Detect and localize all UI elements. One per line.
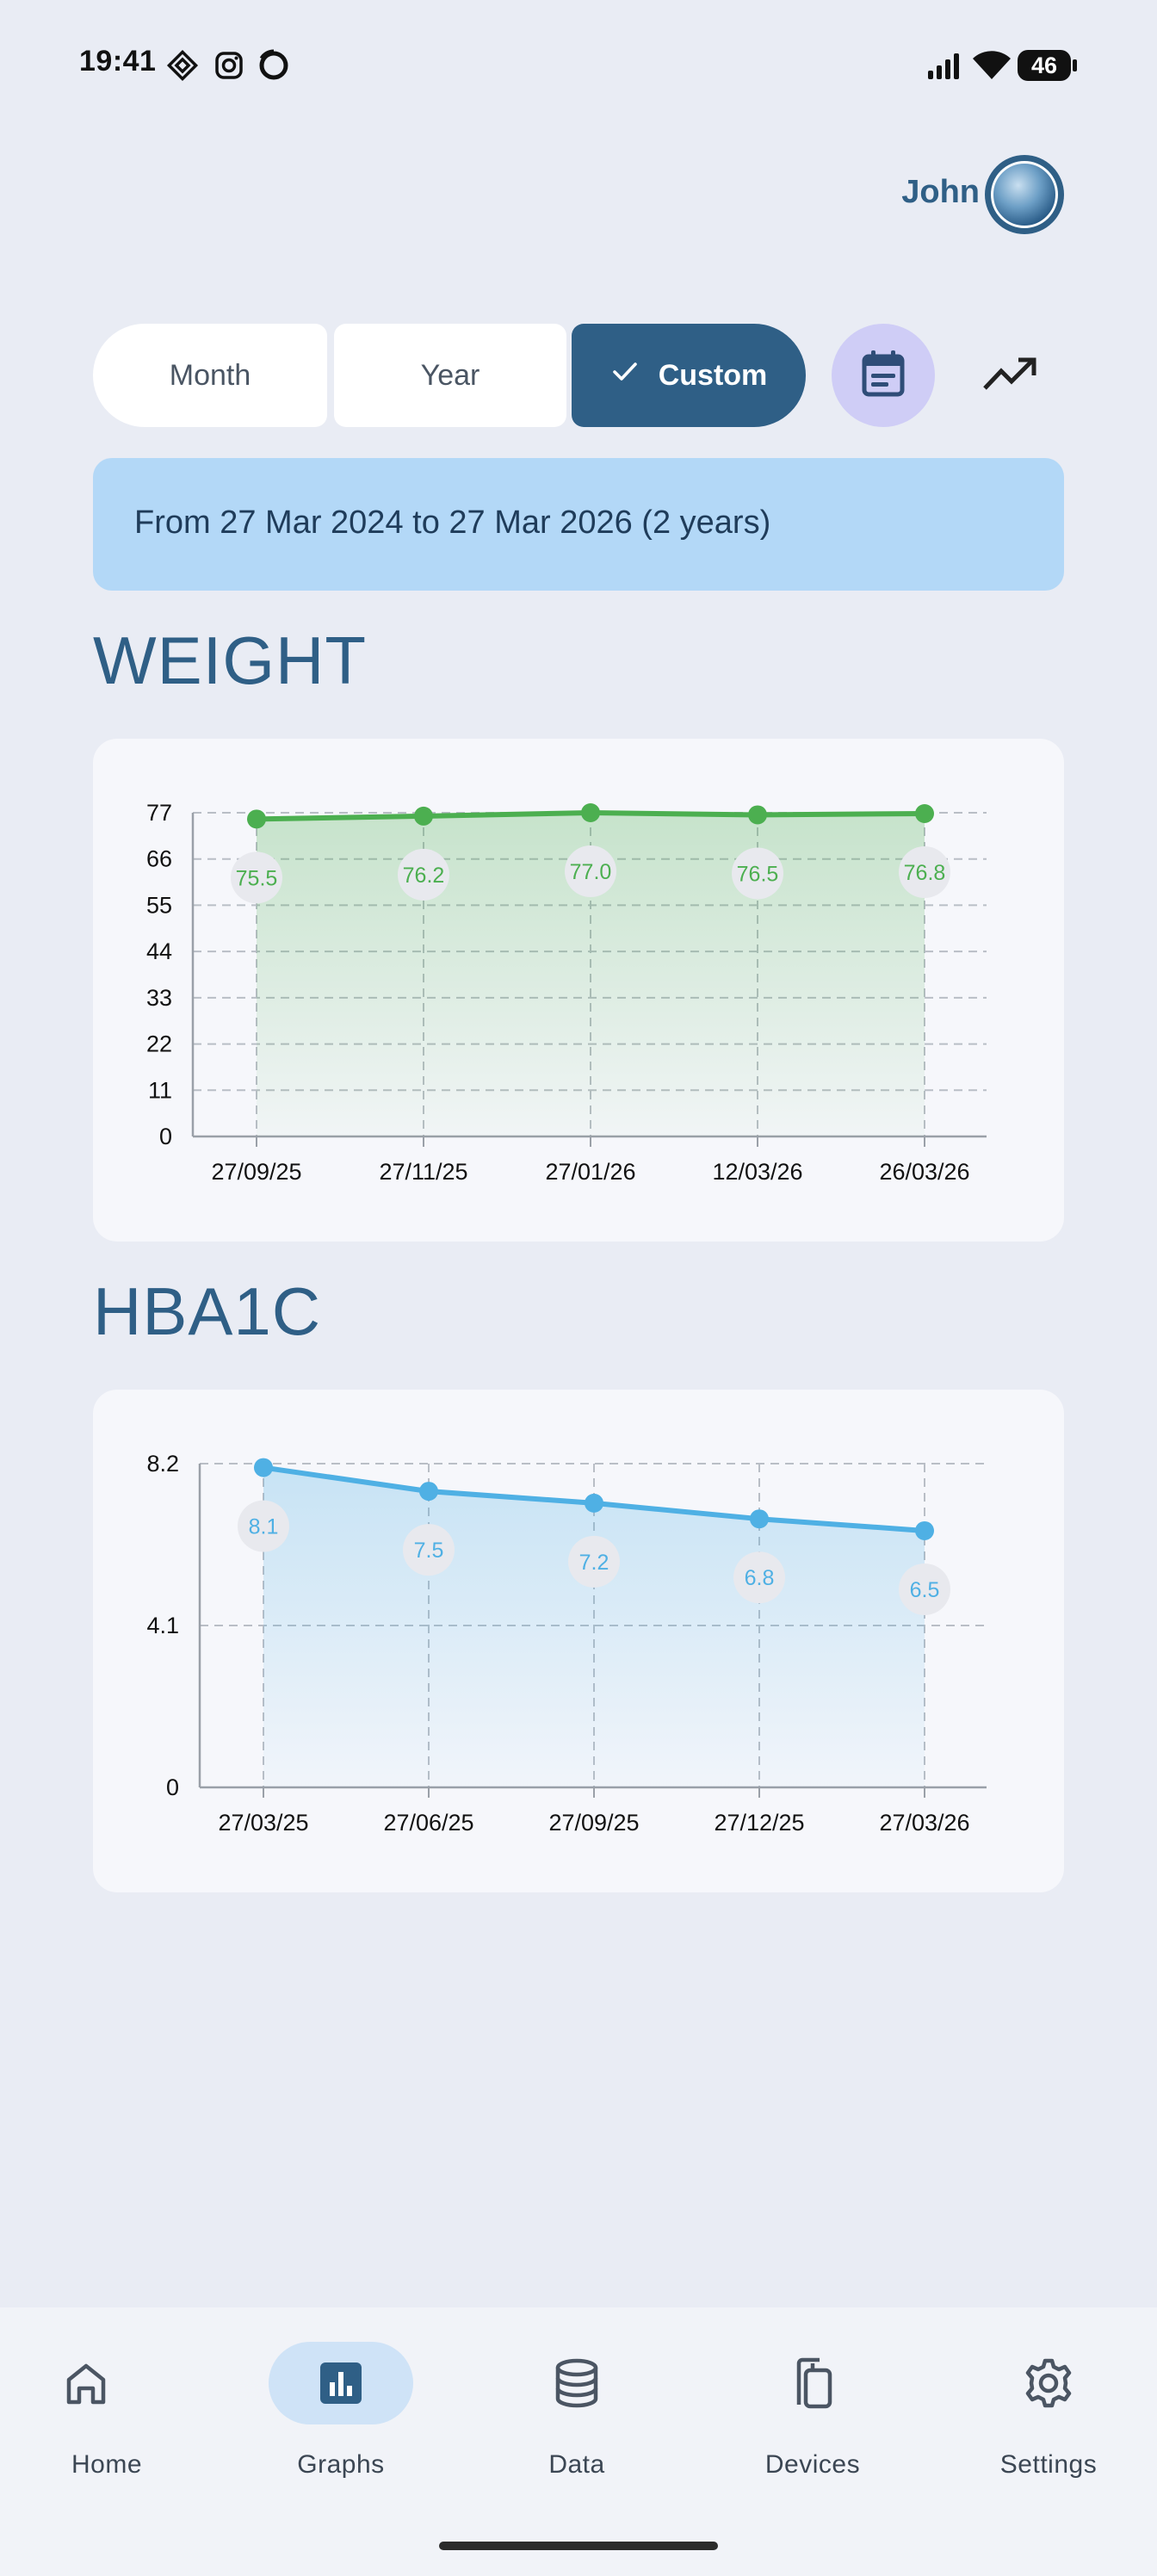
bottom-nav: Home Graphs Data Devices Settings	[0, 2307, 1157, 2576]
tab-custom-label: Custom	[658, 358, 768, 392]
circle-app-icon	[257, 48, 291, 83]
x-tick-label: 27/09/25	[211, 1159, 301, 1185]
hba1c-chart: 0 4.1 8.2 27/03/25 27/06/25 27/09/25 27/12/25 2…	[146, 1451, 987, 1836]
y-tick-label: 4.1	[146, 1613, 179, 1638]
y-tick-label: 0	[166, 1774, 179, 1800]
y-tick-label: 22	[146, 1031, 172, 1057]
data-label: 7.5	[414, 1539, 444, 1563]
tab-custom[interactable]: Custom	[572, 324, 806, 427]
weight-chart-card: 0 11 22 33 44 55 66 77 27/09/25 27/11/25 27/01/26 1…	[93, 739, 1064, 1242]
check-icon	[610, 357, 659, 394]
tab-month[interactable]: Month	[93, 324, 327, 427]
x-tick-label: 12/03/26	[712, 1159, 802, 1185]
nav-label-settings: Settings	[999, 2450, 1098, 2479]
weight-section-title: WEIGHT	[93, 622, 367, 698]
nav-item-home[interactable]: Home	[7, 2342, 179, 2497]
date-range-banner: From 27 Mar 2024 to 27 Mar 2026 (2 years…	[93, 458, 1064, 591]
y-tick-label: 44	[146, 938, 172, 964]
y-tick-label: 11	[148, 1077, 172, 1103]
data-point[interactable]	[750, 1509, 769, 1529]
battery-level: 46	[1030, 53, 1058, 78]
tab-year[interactable]: Year	[334, 324, 566, 427]
data-label: 6.5	[910, 1578, 940, 1602]
signal-app-icon	[165, 48, 200, 83]
data-point[interactable]	[915, 803, 934, 823]
data-label: 76.2	[403, 864, 445, 888]
trending-up-icon	[982, 356, 1039, 396]
home-icon	[14, 2342, 158, 2424]
user-name[interactable]: John	[901, 174, 980, 211]
data-point[interactable]	[748, 805, 767, 825]
instagram-icon	[212, 48, 246, 83]
gear-icon	[976, 2342, 1121, 2424]
x-tick-label: 27/09/25	[548, 1810, 639, 1836]
nav-item-data[interactable]: Data	[477, 2342, 649, 2497]
data-label: 76.5	[737, 862, 779, 886]
avatar-image	[991, 161, 1058, 228]
database-icon	[504, 2342, 649, 2424]
battery-icon: 46	[1018, 50, 1078, 81]
nav-item-devices[interactable]: Devices	[713, 2342, 885, 2497]
calendar-button[interactable]	[832, 324, 935, 427]
date-range-text: From 27 Mar 2024 to 27 Mar 2026 (2 years…	[134, 505, 771, 541]
nav-label-data: Data	[548, 2450, 605, 2479]
cellular-signal-icon	[925, 48, 964, 83]
data-point[interactable]	[585, 1493, 603, 1513]
hba1c-chart-card: 0 4.1 8.2 27/03/25 27/06/25 27/09/25 27/12/25 2…	[93, 1390, 1064, 1892]
x-tick-label: 27/12/25	[714, 1810, 804, 1836]
y-tick-label: 0	[159, 1124, 172, 1149]
calendar-icon	[859, 348, 907, 404]
tab-month-label: Month	[169, 358, 251, 392]
data-label: 8.1	[249, 1515, 279, 1539]
wifi-icon	[971, 48, 1012, 83]
y-tick-label: 55	[146, 892, 172, 918]
x-tick-label: 27/03/26	[879, 1810, 969, 1836]
status-time: 19:41	[79, 45, 157, 77]
nav-label-home: Home	[71, 2450, 143, 2479]
y-tick-label: 33	[146, 985, 172, 1011]
nav-item-graphs[interactable]: Graphs	[241, 2342, 413, 2497]
tab-year-label: Year	[420, 358, 480, 392]
weight-chart: 0 11 22 33 44 55 66 77 27/09/25 27/11/25 27/01/26 1…	[146, 800, 987, 1185]
data-point[interactable]	[254, 1458, 273, 1477]
x-tick-label: 27/06/25	[383, 1810, 473, 1836]
nav-label-graphs: Graphs	[297, 2450, 385, 2479]
series-area	[263, 1467, 925, 1787]
data-label: 6.8	[745, 1566, 775, 1590]
data-point[interactable]	[247, 809, 266, 829]
trend-button[interactable]	[976, 341, 1045, 410]
data-label: 77.0	[570, 860, 612, 884]
data-label: 75.5	[236, 866, 278, 890]
x-tick-label: 27/11/25	[379, 1159, 467, 1185]
y-tick-label: 66	[146, 846, 172, 872]
data-point[interactable]	[915, 1520, 934, 1540]
devices-icon	[740, 2342, 885, 2424]
data-label: 76.8	[904, 861, 946, 885]
data-point[interactable]	[414, 806, 433, 826]
x-tick-label: 26/03/26	[879, 1159, 969, 1185]
x-tick-label: 27/03/25	[218, 1810, 308, 1836]
avatar[interactable]	[985, 155, 1064, 234]
hba1c-section-title: HBA1C	[93, 1273, 322, 1349]
home-indicator	[439, 2542, 718, 2550]
data-label: 7.2	[579, 1551, 609, 1575]
y-tick-label: 8.2	[146, 1451, 179, 1477]
nav-item-settings[interactable]: Settings	[949, 2342, 1121, 2497]
nav-label-devices: Devices	[764, 2450, 861, 2479]
y-tick-label: 77	[146, 800, 172, 826]
data-point[interactable]	[419, 1482, 438, 1502]
data-point[interactable]	[581, 803, 600, 822]
x-tick-label: 27/01/26	[545, 1159, 635, 1185]
bar-chart-icon	[269, 2342, 413, 2424]
status-bar: 19:41 46	[0, 0, 1157, 129]
